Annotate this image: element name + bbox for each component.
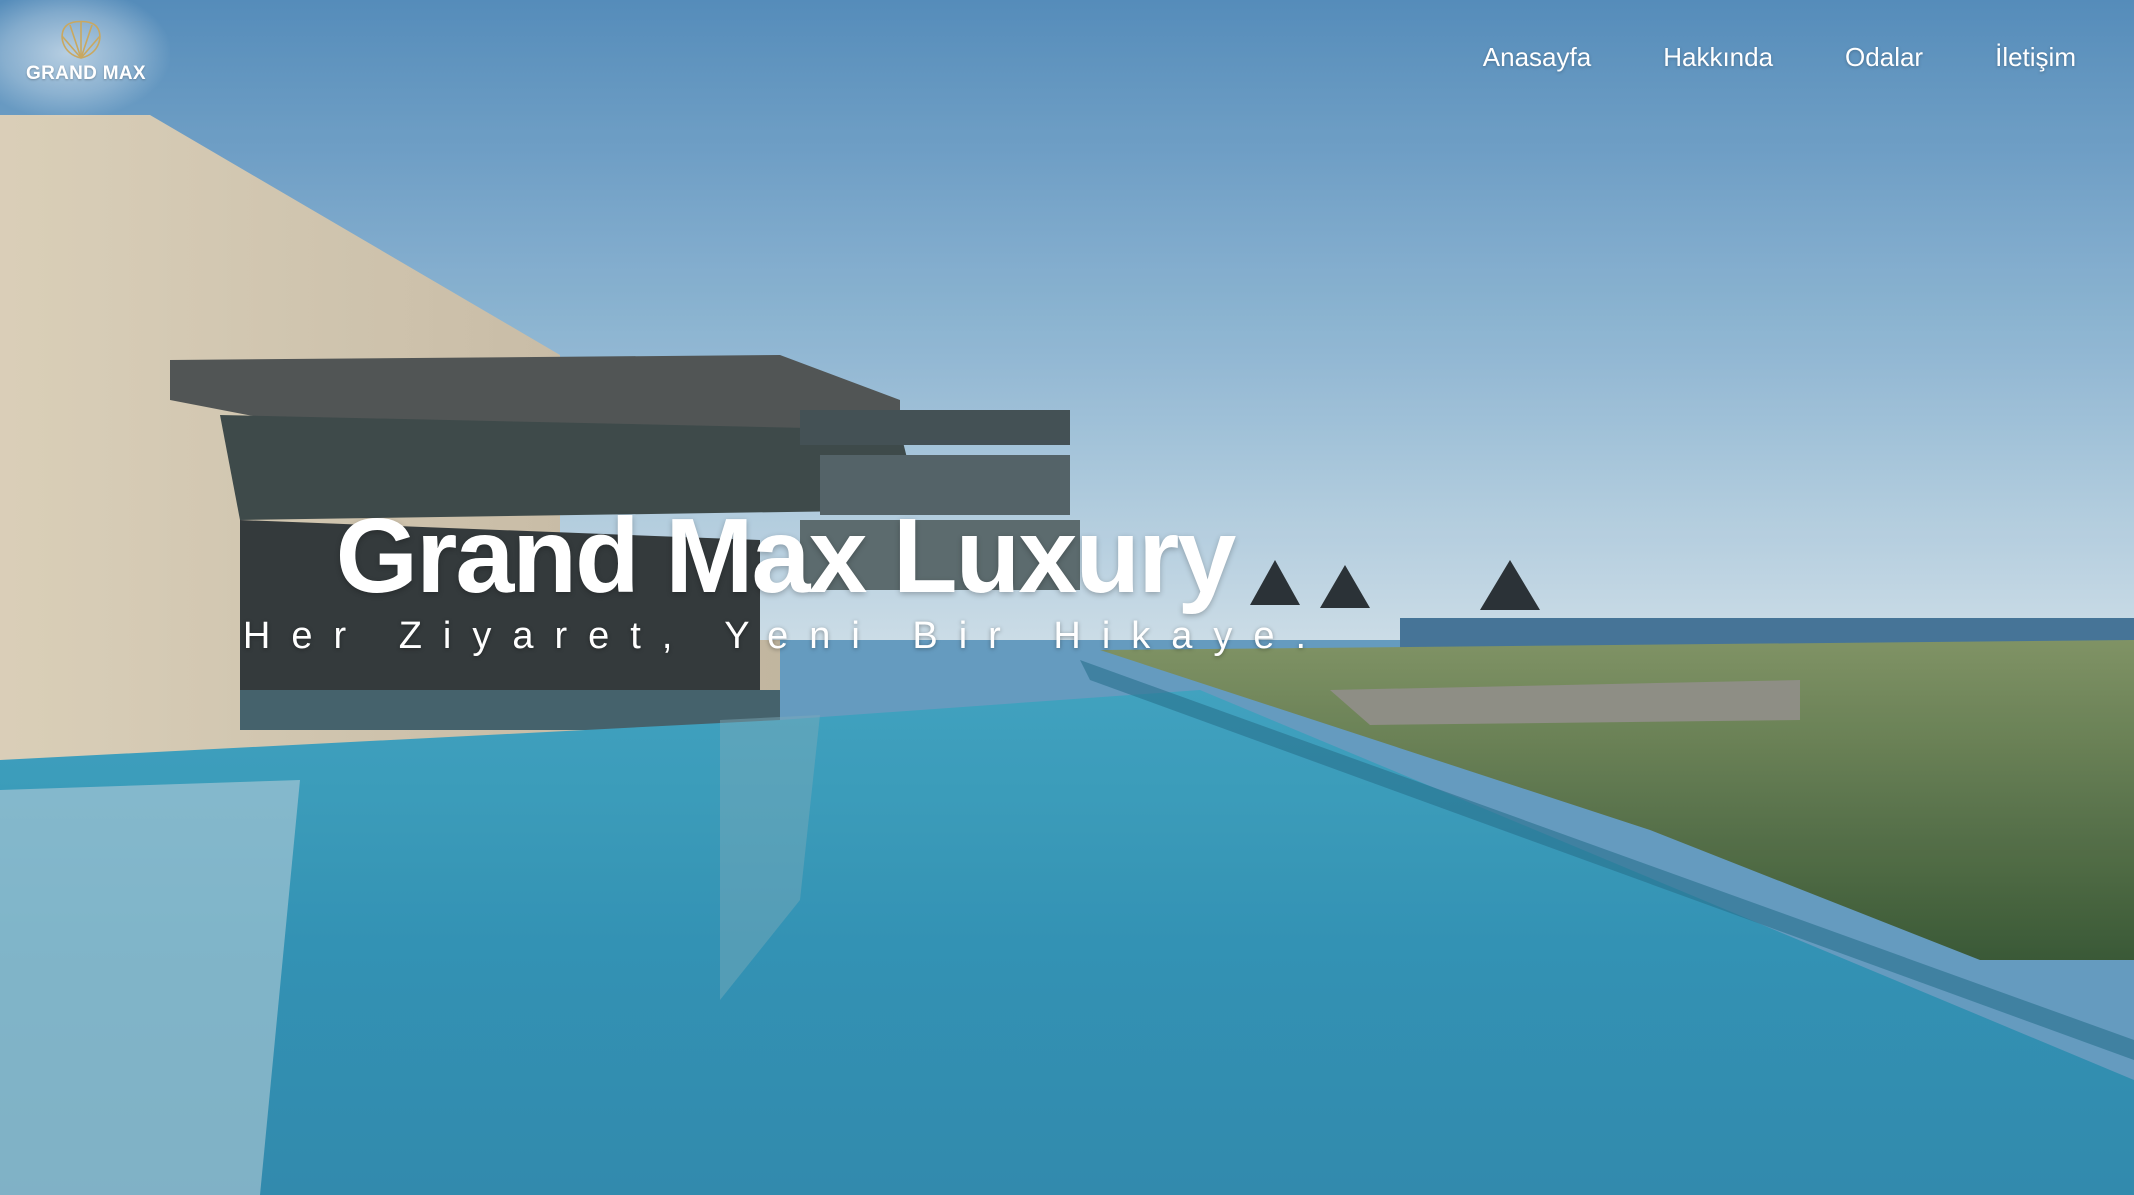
- hero-title: Grand Max Luxury: [335, 497, 1237, 615]
- logo-text: GRAND MAX: [26, 63, 146, 84]
- nav-contact[interactable]: İletişim: [1995, 42, 2076, 73]
- logo[interactable]: GRAND MAX: [0, 0, 170, 118]
- hero-subtitle: Her Ziyaret, Yeni Bir Hikaye.: [242, 615, 1328, 657]
- nav-about[interactable]: Hakkında: [1663, 42, 1773, 73]
- site-header: GRAND MAX Anasayfa Hakkında Odalar İleti…: [0, 0, 2134, 120]
- nav-rooms[interactable]: Odalar: [1845, 42, 1923, 73]
- nav-home[interactable]: Anasayfa: [1483, 42, 1591, 73]
- shell-icon: [61, 20, 101, 59]
- main-nav: Anasayfa Hakkında Odalar İletişim: [1411, 42, 2076, 73]
